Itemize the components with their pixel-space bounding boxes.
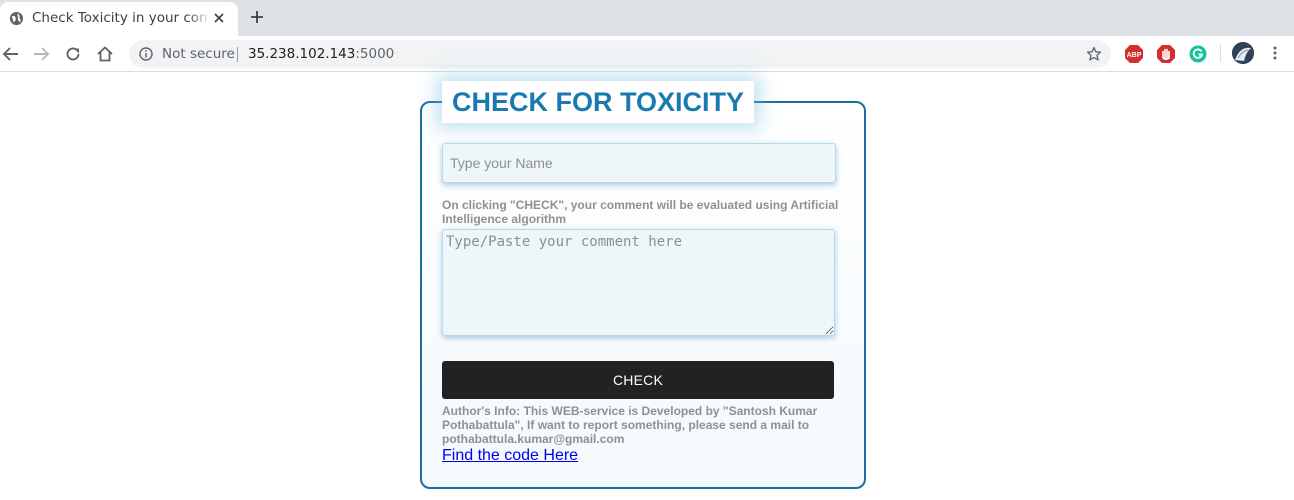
browser-tab[interactable]: Check Toxicity in your comments	[0, 2, 238, 36]
find-code-link[interactable]: Find the code Here	[442, 447, 578, 465]
new-tab-plus-icon[interactable]	[249, 9, 265, 25]
grammarly-icon[interactable]	[1188, 44, 1208, 64]
url-host: 35.238.102.143	[248, 46, 356, 62]
evaluation-hint: On clicking "CHECK", your comment will b…	[442, 198, 839, 226]
back-arrow-icon[interactable]	[1, 44, 21, 64]
close-icon[interactable]	[213, 12, 225, 24]
address-bar[interactable]: Not secure 35.238.102.143:5000	[129, 40, 1111, 68]
adblock-plus-icon[interactable]: ABP	[1124, 44, 1144, 64]
tab-strip: Check Toxicity in your comments	[0, 0, 1294, 36]
check-button[interactable]: CHECK	[442, 361, 834, 399]
reload-icon[interactable]	[63, 44, 83, 64]
toolbar-separator	[1220, 44, 1221, 62]
avatar-image-icon	[1232, 42, 1254, 64]
tab-title-fade	[188, 6, 210, 30]
kebab-menu-icon[interactable]	[1270, 45, 1280, 61]
name-input[interactable]	[442, 143, 836, 183]
bookmark-star-icon[interactable]	[1086, 46, 1102, 62]
comment-textarea[interactable]	[442, 229, 835, 336]
url-port: :5000	[355, 46, 395, 62]
form-title: CHECK FOR TOXICITY	[442, 81, 755, 123]
forward-arrow-icon[interactable]	[31, 44, 51, 64]
page-content: CHECK FOR TOXICITY On clicking "CHECK", …	[0, 73, 1294, 500]
url-text[interactable]: 35.238.102.143:5000	[248, 46, 394, 62]
home-icon[interactable]	[95, 44, 115, 64]
info-icon[interactable]	[139, 47, 153, 61]
stop-hand-icon[interactable]	[1156, 44, 1176, 64]
globe-icon	[9, 11, 24, 26]
profile-avatar[interactable]	[1232, 42, 1254, 64]
address-separator	[237, 47, 238, 62]
author-info: Author's Info: This WEB-service is Devel…	[442, 404, 818, 446]
browser-toolbar: Not secure 35.238.102.143:5000 ABP	[0, 36, 1294, 72]
svg-text:ABP: ABP	[1127, 52, 1142, 59]
tab-title: Check Toxicity in your comments	[32, 10, 208, 26]
security-label[interactable]: Not secure	[162, 46, 235, 62]
